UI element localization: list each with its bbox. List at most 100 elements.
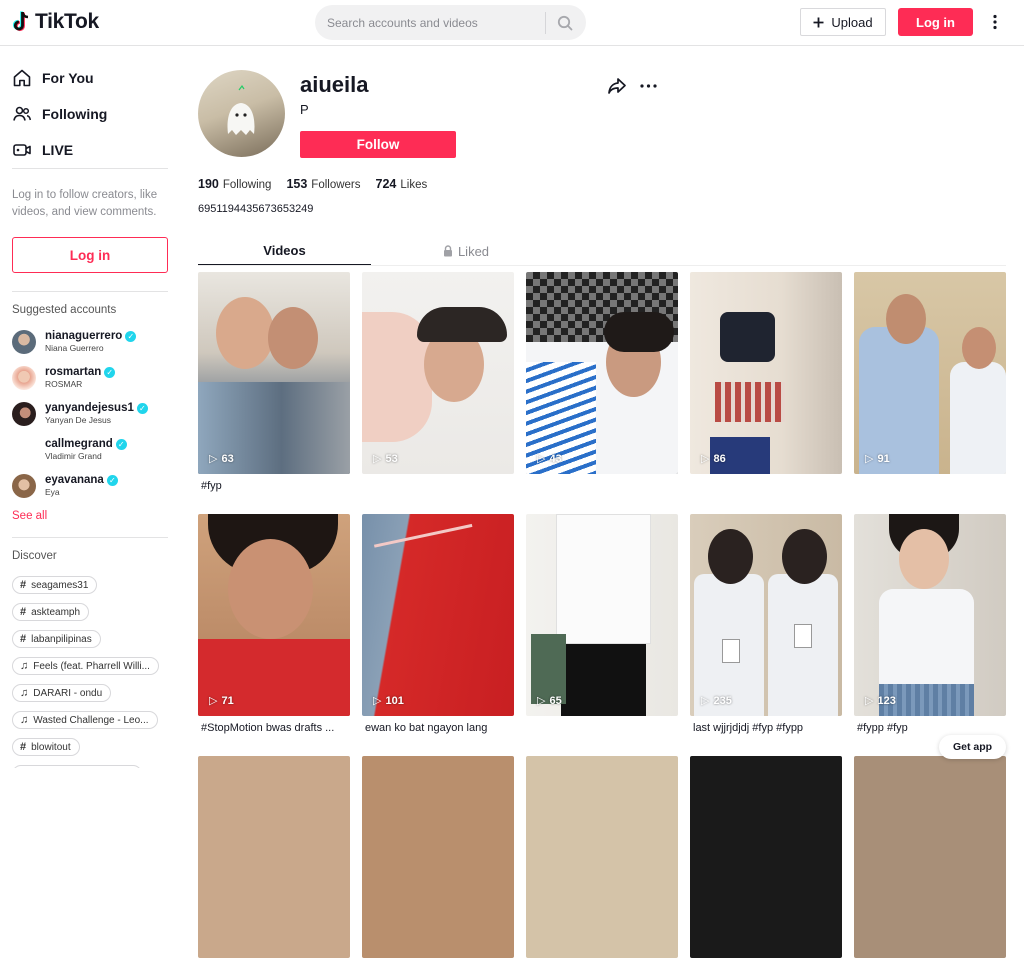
view-count: ▷ 235 xyxy=(701,694,732,708)
view-count: ▷ 65 xyxy=(537,694,562,708)
horizontal-dots-icon xyxy=(639,84,657,88)
stat-followers[interactable]: 153 Followers xyxy=(286,177,360,191)
share-arrow-icon xyxy=(608,78,626,94)
video-card[interactable]: ▷ 63 #fyp xyxy=(198,272,350,492)
video-card[interactable] xyxy=(690,756,842,958)
home-icon xyxy=(13,69,31,87)
video-card[interactable]: ▷ 235 last wjjrjdjdj #fyp #fypp xyxy=(690,514,842,734)
profile-username: aiueila xyxy=(300,72,369,97)
account-name: Vladimir Grand xyxy=(45,451,102,461)
profile-more-button[interactable] xyxy=(638,78,658,94)
verified-badge-icon: ✓ xyxy=(106,475,118,486)
video-thumbnail: ▷ 63 xyxy=(198,272,350,474)
tab-videos[interactable]: Videos xyxy=(198,236,371,266)
video-card[interactable] xyxy=(198,756,350,958)
avatar xyxy=(12,402,36,426)
video-card[interactable]: ▷ 123 #fypp #fyp xyxy=(854,514,1006,734)
follow-button[interactable]: Follow xyxy=(300,131,456,158)
video-card[interactable] xyxy=(362,756,514,958)
video-card[interactable] xyxy=(854,756,1006,958)
view-count-value: 43 xyxy=(549,452,562,465)
nav-following[interactable]: Following xyxy=(12,104,107,124)
video-card[interactable]: ▷ 101 ewan ko bat ngayon lang xyxy=(362,514,514,734)
view-count-value: 86 xyxy=(713,452,726,465)
view-count-value: 101 xyxy=(385,694,404,707)
view-count: ▷ 123 xyxy=(865,694,896,708)
video-thumbnail: ▷ 71 xyxy=(198,514,350,716)
video-card[interactable]: ▷ 43 xyxy=(526,272,678,480)
search-bar xyxy=(315,5,586,40)
nav-live[interactable]: LIVE xyxy=(12,140,73,160)
stat-value: 190 xyxy=(198,177,219,191)
more-options-button[interactable] xyxy=(988,12,1002,32)
tab-liked[interactable]: Liked xyxy=(371,236,561,266)
view-count-value: 235 xyxy=(713,694,732,707)
header-login-button[interactable]: Log in xyxy=(898,8,973,36)
account-name: Yanyan De Jesus xyxy=(45,415,111,425)
get-app-button[interactable]: Get app xyxy=(939,735,1006,759)
video-thumbnail xyxy=(198,756,350,958)
discover-tag[interactable]: ♫ DARARI - ondu xyxy=(12,684,112,702)
top-header: TikTok Upload Log in xyxy=(0,0,1024,46)
stat-label: Following xyxy=(222,179,272,191)
video-card[interactable]: ▷ 53 xyxy=(362,272,514,480)
see-all-link[interactable]: See all xyxy=(12,510,47,522)
suggested-account[interactable]: callmegrand ✓ Vladimir Grand xyxy=(12,435,127,465)
nav-for-you[interactable]: For You xyxy=(12,68,94,88)
discover-tag[interactable]: # labanpilipinas xyxy=(12,630,101,648)
play-icon: ▷ xyxy=(209,695,218,707)
discover-tag[interactable]: ♫ Feels (feat. Pharrell Willi... xyxy=(12,657,159,675)
discover-tag[interactable]: # seagames31 xyxy=(12,576,98,594)
play-icon: ▷ xyxy=(865,695,874,707)
suggested-account[interactable]: yanyandejesus1 ✓ Yanyan De Jesus xyxy=(12,399,148,429)
video-thumbnail: ▷ 53 xyxy=(362,272,514,474)
music-note-icon: ♫ xyxy=(20,660,29,672)
hashtag-icon: # xyxy=(20,606,27,618)
view-count-value: 53 xyxy=(385,452,398,465)
logo-text: TikTok xyxy=(35,10,99,33)
video-thumbnail: ▷ 43 xyxy=(526,272,678,474)
search-input[interactable] xyxy=(315,5,545,40)
music-note-icon: ♫ xyxy=(20,714,29,726)
suggested-account[interactable]: nianaguerrero ✓ Niana Guerrero xyxy=(12,327,137,357)
stat-likes: 724 Likes xyxy=(376,177,428,191)
video-thumbnail: ▷ 235 xyxy=(690,514,842,716)
video-card[interactable]: ▷ 65 xyxy=(526,514,678,722)
sidebar-login-button[interactable]: Log in xyxy=(12,237,168,273)
verified-badge-icon: ✓ xyxy=(125,331,137,342)
tag-label: DARARI - ondu xyxy=(33,687,103,699)
tag-label: Wasted Challenge - Leo... xyxy=(33,714,149,726)
discover-tag[interactable]: # blowitout xyxy=(12,738,80,756)
view-count: ▷ 101 xyxy=(373,694,404,708)
sidebar-divider xyxy=(12,537,168,538)
avatar xyxy=(12,366,36,390)
video-card[interactable]: ▷ 91 xyxy=(854,272,1006,480)
play-icon: ▷ xyxy=(701,453,710,465)
discover-tag[interactable]: ♫ Wasted Challenge - Leo... xyxy=(12,711,158,729)
video-card[interactable]: ▷ 71 #StopMotion bwas drafts ... xyxy=(198,514,350,734)
suggested-account[interactable]: rosmartan ✓ ROSMAR xyxy=(12,363,116,393)
discover-title: Discover xyxy=(12,550,57,562)
tiktok-logo[interactable]: TikTok xyxy=(12,10,99,34)
video-card[interactable]: ▷ 86 xyxy=(690,272,842,480)
live-icon xyxy=(13,144,31,156)
play-icon: ▷ xyxy=(373,695,382,707)
discover-tag[interactable]: # askteamph xyxy=(12,603,90,621)
search-button[interactable] xyxy=(546,5,584,40)
nav-label: For You xyxy=(42,70,94,86)
avatar xyxy=(12,330,36,354)
people-icon xyxy=(13,106,32,121)
tabs-divider xyxy=(198,265,1006,266)
share-button[interactable] xyxy=(607,77,629,97)
vertical-dots-icon xyxy=(993,14,997,30)
account-username: eyavanana xyxy=(45,474,104,486)
suggested-account[interactable]: eyavanana ✓ Eya xyxy=(12,471,118,501)
upload-button[interactable]: Upload xyxy=(800,8,886,36)
hashtag-icon: # xyxy=(20,633,27,645)
video-grid: ▷ 63 #fyp ▷ 53 ▷ 43 ▷ 86 ▷ 91 ▷ 71 #Stop… xyxy=(198,272,1006,958)
video-card[interactable] xyxy=(526,756,678,958)
stat-following[interactable]: 190 Following xyxy=(198,177,271,191)
verified-badge-icon: ✓ xyxy=(136,403,148,414)
tag-label: labanpilipinas xyxy=(31,633,92,645)
video-thumbnail: ▷ 91 xyxy=(854,272,1006,474)
